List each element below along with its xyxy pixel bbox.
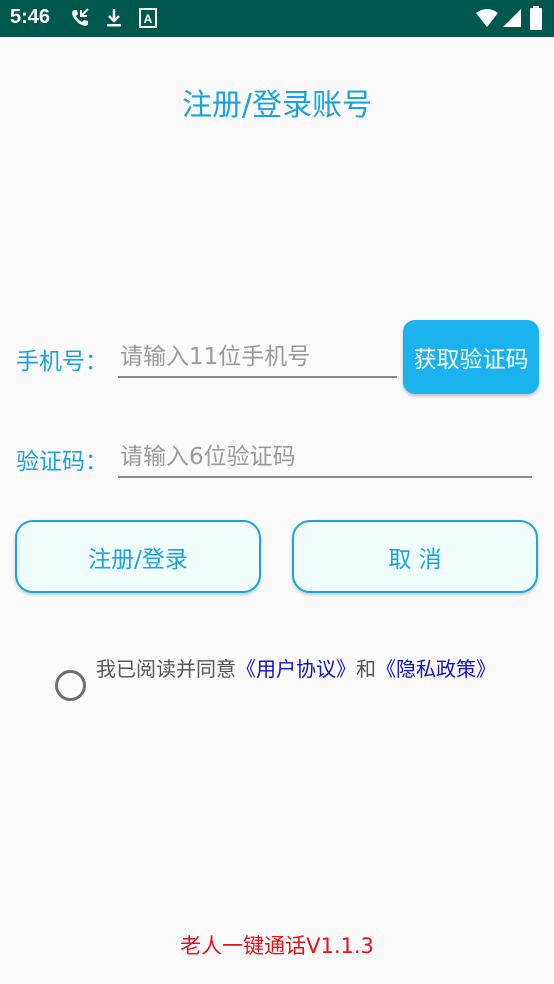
user-agreement-link[interactable]: 《用户协议》 [236,657,356,681]
text-a-icon: A [139,8,157,28]
page-title: 注册/登录账号 [181,88,373,123]
agreement-text: 我已阅读并同意《用户协议》和《隐私政策》 [96,654,496,684]
missed-call-icon [72,8,89,26]
get-code-button[interactable]: 获取验证码 [403,320,539,394]
verification-code-input[interactable] [118,438,532,478]
svg-text:A: A [144,12,153,26]
signal-icon [503,9,521,27]
phone-label: 手机号： [16,349,108,375]
agreement-and: 和 [356,657,376,681]
cancel-button[interactable]: 取 消 [292,520,538,593]
agreement-radio[interactable] [55,670,86,701]
agreement-prefix: 我已阅读并同意 [96,657,236,681]
status-bar: 5:46 A [0,0,554,37]
phone-input[interactable] [118,338,397,378]
code-label: 验证码： [16,449,108,475]
download-icon [107,9,121,27]
app-version: 老人一键通话V1.1.3 [180,934,374,958]
battery-icon [530,6,542,30]
register-login-button[interactable]: 注册/登录 [15,520,261,593]
wifi-icon [476,9,498,27]
status-time: 5:46 [10,6,51,28]
privacy-policy-link[interactable]: 《隐私政策》 [376,657,496,681]
